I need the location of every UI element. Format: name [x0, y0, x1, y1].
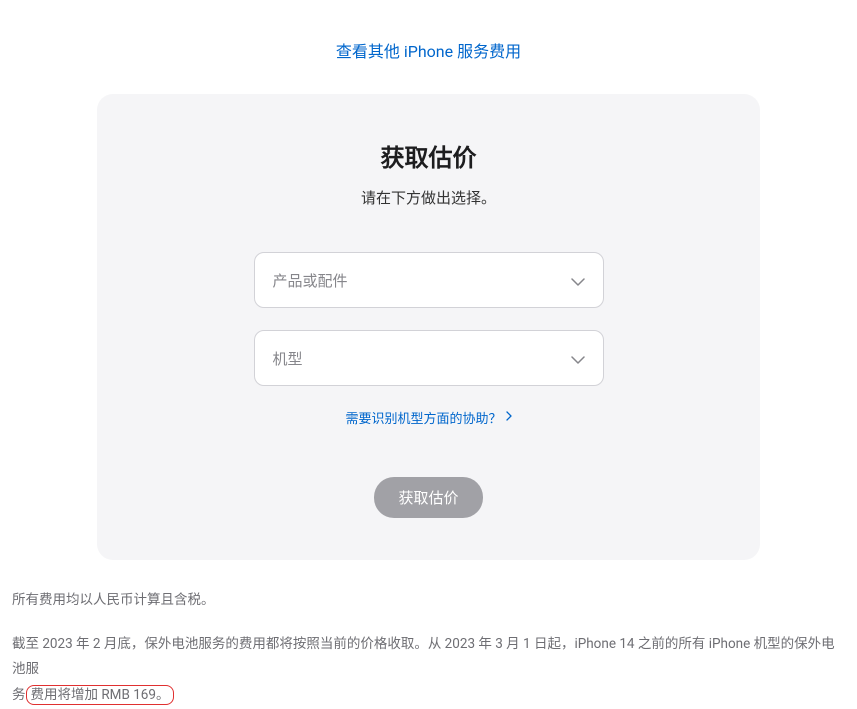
- product-select-placeholder: 产品或配件: [273, 270, 348, 291]
- model-select-wrapper: 机型: [254, 330, 604, 386]
- product-select-wrapper: 产品或配件: [254, 252, 604, 308]
- other-services-link[interactable]: 查看其他 iPhone 服务费用: [336, 42, 521, 61]
- price-increase-highlight: 费用将增加 RMB 169。: [26, 685, 175, 705]
- model-select[interactable]: 机型: [254, 330, 604, 386]
- identify-model-help-link[interactable]: 需要识别机型方面的协助？: [345, 408, 511, 427]
- footer-note-text-part1: 截至 2023 年 2 月底，保外电池服务的费用都将按照当前的价格收取。从 20…: [12, 636, 835, 678]
- product-select[interactable]: 产品或配件: [254, 252, 604, 308]
- chevron-down-icon: [571, 271, 585, 290]
- footer-note-price-change: 截至 2023 年 2 月底，保外电池服务的费用都将按照当前的价格收取。从 20…: [12, 632, 845, 709]
- footer-note-currency: 所有费用均以人民币计算且含税。: [12, 588, 845, 614]
- card-subtitle: 请在下方做出选择。: [137, 187, 720, 208]
- help-link-text: 需要识别机型方面的协助？: [345, 408, 501, 427]
- footer-note-text-part2: 务: [12, 687, 26, 703]
- chevron-down-icon: [571, 349, 585, 368]
- model-select-placeholder: 机型: [273, 348, 303, 369]
- estimate-card: 获取估价 请在下方做出选择。 产品或配件 机型 需要识别机型方面的协助？ 获取估…: [97, 94, 760, 560]
- footer-notes: 所有费用均以人民币计算且含税。 截至 2023 年 2 月底，保外电池服务的费用…: [0, 560, 857, 709]
- chevron-right-icon: [506, 410, 512, 425]
- help-link-container: 需要识别机型方面的协助？: [137, 408, 720, 427]
- card-title: 获取估价: [137, 138, 720, 173]
- get-estimate-button[interactable]: 获取估价: [374, 477, 482, 518]
- top-link-container: 查看其他 iPhone 服务费用: [0, 0, 857, 94]
